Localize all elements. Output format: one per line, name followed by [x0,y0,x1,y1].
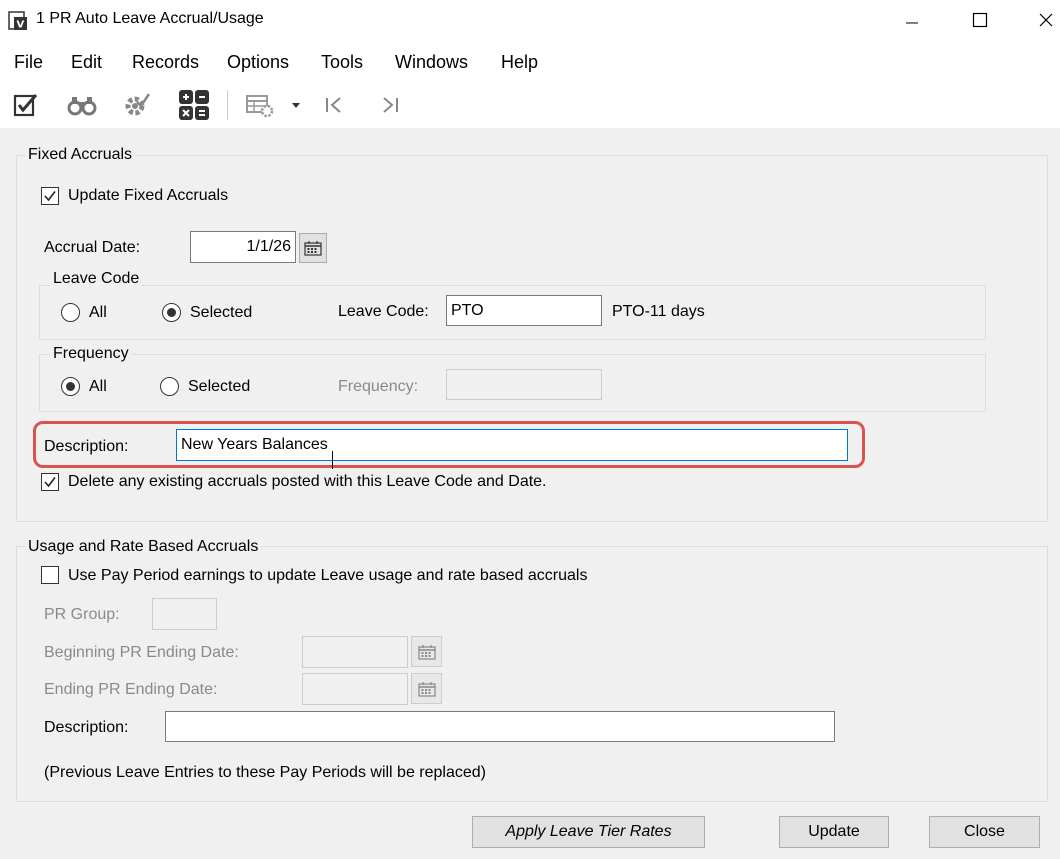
pr-group-input[interactable] [152,598,217,630]
fixed-description-label: Description: [44,438,129,455]
menu-edit[interactable]: Edit [71,52,102,73]
radio-dot [167,308,176,317]
close-icon [1039,13,1053,27]
usage-accruals-legend: Usage and Rate Based Accruals [25,538,262,556]
last-record-button[interactable] [372,88,408,122]
beginning-date-input[interactable] [302,636,408,668]
toolbar-separator [227,90,228,120]
use-pay-period-label: Use Pay Period earnings to update Leave … [68,567,588,584]
ending-date-input[interactable] [302,673,408,705]
replacement-note: (Previous Leave Entries to these Pay Per… [44,764,486,781]
minimize-button[interactable] [889,0,935,40]
edit-check-icon [13,94,38,117]
maximize-icon [972,12,988,28]
text-caret [332,451,333,469]
accrual-date-value: 1/1/26 [246,238,291,255]
calendar-icon [417,644,436,660]
checkmark-icon [44,477,56,488]
frequency-field-label: Frequency: [338,378,419,395]
delete-existing-checkbox[interactable] [41,473,59,491]
apply-leave-tier-rates-button[interactable]: Apply Leave Tier Rates [472,816,705,848]
frequency-all-radio[interactable] [61,377,80,396]
accrual-date-input[interactable]: 1/1/26 [190,231,296,263]
fixed-description-input[interactable]: New Years Balances [176,429,848,461]
gear-icon [125,93,151,116]
calendar-icon [417,681,436,697]
menu-help[interactable]: Help [501,52,538,73]
leave-code-selected-label: Selected [190,304,253,321]
close-button[interactable]: Close [929,816,1040,848]
fixed-description-value: New Years Balances [181,436,328,453]
calendar-icon [304,241,322,256]
leave-code-description: PTO-11 days [612,303,705,320]
leave-code-all-label: All [89,304,107,321]
radio-dot [66,382,75,391]
menu-bar: File Edit Records Options Tools Windows … [0,44,1060,80]
ending-date-calendar-button[interactable] [411,673,442,704]
menu-windows[interactable]: Windows [395,52,468,73]
update-fixed-accruals-label: Update Fixed Accruals [68,187,229,204]
find-button[interactable] [64,88,100,122]
svg-text:V: V [17,20,25,31]
fixed-accruals-legend: Fixed Accruals [25,146,136,164]
leave-code-input[interactable]: PTO [446,295,602,326]
ending-date-label: Ending PR Ending Date: [44,681,218,698]
frequency-input[interactable] [446,369,602,400]
minimize-icon [906,22,918,24]
update-button[interactable]: Update [779,816,889,848]
last-record-icon [383,97,398,113]
menu-records[interactable]: Records [132,52,199,73]
frequency-selected-radio[interactable] [160,377,179,396]
menu-file[interactable]: File [14,52,43,73]
usage-description-label: Description: [44,719,129,736]
beginning-date-label: Beginning PR Ending Date: [44,644,239,661]
first-record-icon [326,97,341,113]
leave-code-all-radio[interactable] [61,303,80,322]
accrual-date-label: Accrual Date: [44,239,141,256]
frequency-all-label: All [89,378,107,395]
beginning-date-calendar-button[interactable] [411,636,442,667]
app-icon: V [8,9,28,31]
title-bar: V 1 PR Auto Leave Accrual/Usage [0,0,1060,40]
grid-settings-icon [246,95,274,118]
settings-button[interactable] [118,88,154,122]
calculator-button[interactable] [176,88,212,122]
menu-options[interactable]: Options [227,52,289,73]
leave-code-legend: Leave Code [50,270,143,288]
delete-existing-label: Delete any existing accruals posted with… [68,473,547,490]
close-window-button[interactable] [1023,0,1060,40]
window-title: 1 PR Auto Leave Accrual/Usage [36,10,264,27]
pr-group-label: PR Group: [44,606,120,623]
grid-settings-button[interactable] [242,88,278,122]
update-fixed-accruals-checkbox[interactable] [41,187,59,205]
toolbar [0,84,1060,126]
grid-dropdown-button[interactable] [282,88,310,122]
frequency-selected-label: Selected [188,378,251,395]
usage-description-input[interactable] [165,711,835,742]
edit-check-button[interactable] [8,88,44,122]
maximize-button[interactable] [957,0,1003,40]
calculator-icon [179,90,209,120]
dropdown-arrow-icon [292,103,300,108]
leave-code-value: PTO [451,301,484,319]
menu-tools[interactable]: Tools [321,52,363,73]
leave-code-field-label: Leave Code: [338,303,429,320]
leave-code-selected-radio[interactable] [162,303,181,322]
checkmark-icon [44,191,56,202]
use-pay-period-checkbox[interactable] [41,566,59,584]
frequency-legend: Frequency [50,345,132,363]
accrual-date-calendar-button[interactable] [299,233,327,263]
binoculars-icon [67,97,97,116]
first-record-button[interactable] [316,88,352,122]
